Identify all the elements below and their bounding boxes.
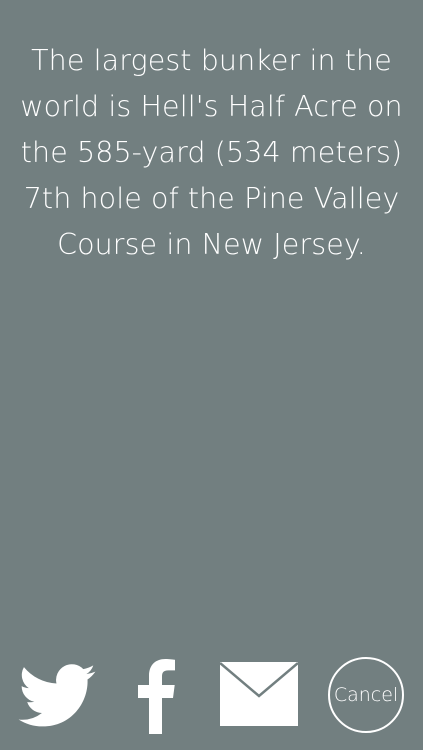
share-bar: Cancel: [0, 650, 423, 740]
mail-icon: [220, 662, 298, 726]
twitter-share-button[interactable]: [18, 664, 96, 728]
mail-share-button[interactable]: [220, 662, 298, 726]
cancel-button[interactable]: Cancel: [328, 657, 404, 733]
twitter-icon: [18, 664, 96, 727]
facebook-icon: [138, 659, 175, 734]
facebook-share-button[interactable]: [136, 656, 176, 734]
fact-text: The largest bunker in the world is Hell'…: [20, 44, 403, 261]
